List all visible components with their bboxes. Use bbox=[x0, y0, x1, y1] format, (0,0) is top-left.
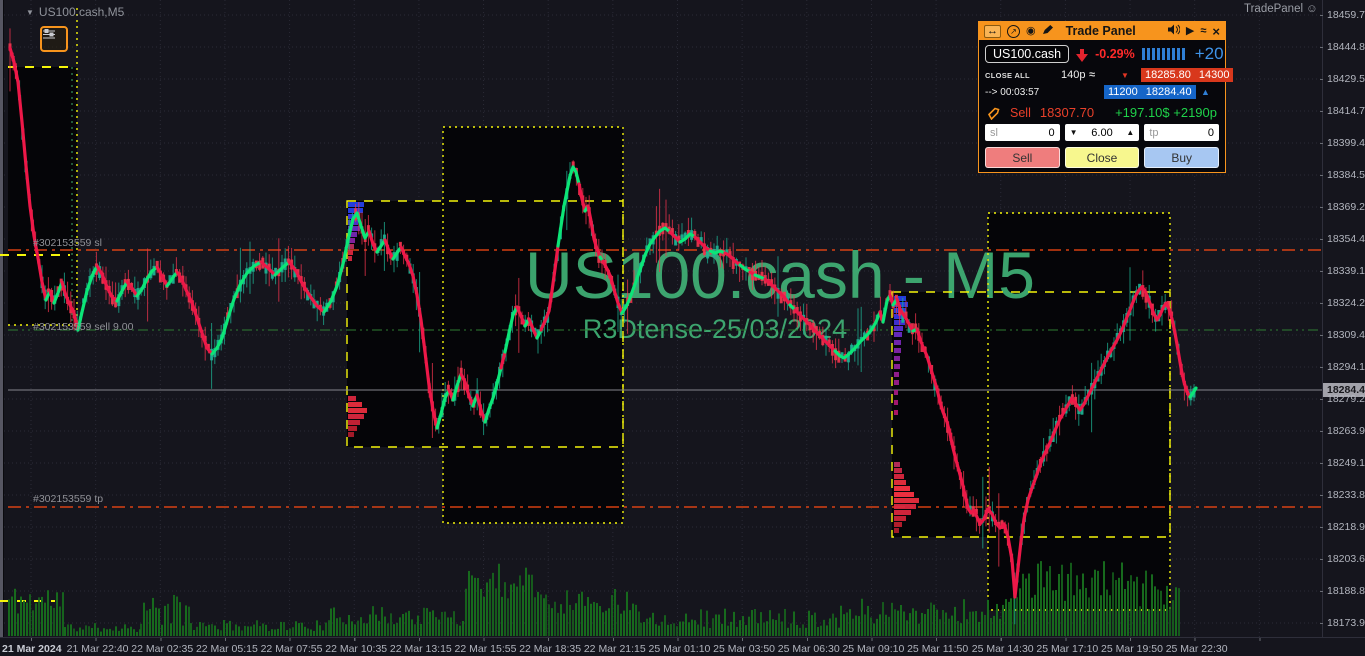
time-tick: 25 Mar 01:10 bbox=[648, 643, 711, 655]
close-button[interactable]: Close bbox=[1064, 147, 1140, 168]
position-side: Sell bbox=[1010, 105, 1031, 120]
price-tick: 18263.95 bbox=[1320, 425, 1365, 437]
sl-value: 0 bbox=[1048, 126, 1055, 139]
smiley-icon: ☺ bbox=[1306, 3, 1318, 15]
price-tick: 18233.80 bbox=[1320, 489, 1365, 501]
position-profit: +197.10$ +2190p bbox=[1115, 105, 1217, 120]
close-all-button[interactable]: CLOSE ALL bbox=[985, 71, 1030, 80]
price-tick: 18444.85 bbox=[1320, 41, 1365, 53]
globe-icon[interactable]: ↗ bbox=[1007, 24, 1020, 38]
tp-line-label: #302153559 tp bbox=[33, 493, 104, 505]
play-icon[interactable]: ▶ bbox=[1186, 25, 1194, 37]
bid-price-row: 11200 18284.40 bbox=[1104, 85, 1196, 99]
ask-arrow-icon: ▼ bbox=[1121, 70, 1129, 80]
time-tick: 21 Mar 22:40 bbox=[66, 643, 129, 655]
tp-placeholder: tp bbox=[1149, 126, 1159, 139]
sliders-icon bbox=[43, 29, 55, 39]
time-tick: 22 Mar 05:15 bbox=[195, 643, 258, 655]
panel-symbol-field[interactable]: US100.cash bbox=[985, 45, 1070, 63]
price-tick: 18218.95 bbox=[1320, 521, 1365, 533]
dock-toggle-icon[interactable]: ↔ bbox=[984, 24, 1001, 38]
time-tick: 25 Mar 14:30 bbox=[971, 643, 1034, 655]
pencil-icon[interactable] bbox=[1042, 24, 1054, 38]
bid-volume: 11200 bbox=[1108, 86, 1138, 98]
time-tick: 25 Mar 09:10 bbox=[842, 643, 905, 655]
symbol-period-text: US100.cash,M5 bbox=[38, 5, 125, 19]
time-tick: 22 Mar 10:35 bbox=[325, 643, 388, 655]
trade-panel: ↔ ↗ ◉ Trade Panel ▶ ≈ × US100.cash -0.29… bbox=[978, 21, 1234, 173]
time-tick: 25 Mar 22:30 bbox=[1165, 643, 1228, 655]
price-tick: 18354.40 bbox=[1320, 233, 1365, 245]
time-tick: 25 Mar 11:50 bbox=[907, 643, 969, 655]
price-tick: 18414.70 bbox=[1320, 105, 1365, 117]
strength-meter bbox=[1141, 48, 1185, 60]
bid-arrow-icon: ▲ bbox=[1201, 87, 1210, 97]
quick-panel-button[interactable] bbox=[40, 26, 68, 52]
price-axis[interactable]: 18284.40 18459.7018444.8518429.5518414.7… bbox=[1320, 0, 1365, 637]
sl-placeholder: sl bbox=[990, 126, 998, 139]
ask-price: 18285.80 bbox=[1145, 69, 1191, 81]
time-tick: 25 Mar 06:30 bbox=[777, 643, 840, 655]
eye-icon[interactable]: ◉ bbox=[1026, 25, 1036, 37]
chevron-down-icon: ▼ bbox=[26, 7, 34, 17]
buy-button[interactable]: Buy bbox=[1144, 147, 1220, 168]
time-tick: 22 Mar 02:35 bbox=[131, 643, 194, 655]
mt5-terminal: { "window": { "symbol_label": "US100.cas… bbox=[0, 0, 1365, 656]
trade-panel-title: Trade Panel bbox=[1065, 24, 1136, 38]
price-tick: 18279.25 bbox=[1320, 393, 1365, 405]
strength-value: +20 bbox=[1194, 44, 1224, 63]
speaker-icon[interactable] bbox=[1167, 24, 1181, 38]
lot-value: 6.00 bbox=[1091, 126, 1113, 139]
bid-price: 18284.40 bbox=[1145, 86, 1192, 98]
waves-icon[interactable]: ≈ bbox=[1200, 25, 1206, 37]
down-arrow-icon bbox=[1076, 49, 1089, 62]
indicator-name: TradePanel bbox=[1244, 3, 1304, 15]
sl-input[interactable]: sl 0 bbox=[985, 124, 1060, 141]
time-tick: 22 Mar 13:15 bbox=[389, 643, 452, 655]
entry-line-label: #302153559 sell 9.00 bbox=[33, 321, 134, 333]
time-tick: 25 Mar 03:50 bbox=[713, 643, 776, 655]
trade-panel-titlebar[interactable]: ↔ ↗ ◉ Trade Panel ▶ ≈ × bbox=[979, 22, 1225, 40]
time-tick: 22 Mar 18:35 bbox=[519, 643, 582, 655]
price-tick: 18309.40 bbox=[1320, 329, 1365, 341]
indicator-corner-label: TradePanel ☺ bbox=[1244, 3, 1318, 15]
lot-decrease-button[interactable]: ▼ bbox=[1070, 128, 1078, 137]
time-tick: 21 Mar 2024 bbox=[2, 643, 62, 655]
close-icon[interactable]: × bbox=[1212, 25, 1220, 38]
price-tick: 18399.40 bbox=[1320, 137, 1365, 149]
price-tick: 18459.70 bbox=[1320, 9, 1365, 21]
ask-volume: 14300 bbox=[1198, 69, 1230, 81]
time-tick: 22 Mar 07:55 bbox=[260, 643, 323, 655]
lot-increase-button[interactable]: ▲ bbox=[1126, 128, 1134, 137]
timer-label: --> 00:03:57 bbox=[985, 86, 1040, 98]
time-tick: 22 Mar 21:15 bbox=[583, 643, 646, 655]
price-tick: 18384.55 bbox=[1320, 169, 1365, 181]
price-tick: 18339.10 bbox=[1320, 265, 1365, 277]
price-tick: 18188.80 bbox=[1320, 585, 1365, 597]
chart-symbol-label[interactable]: ▼ US100.cash,M5 bbox=[26, 5, 124, 19]
time-tick: 25 Mar 17:10 bbox=[1036, 643, 1099, 655]
tp-value: 0 bbox=[1207, 126, 1215, 139]
price-tick: 18324.25 bbox=[1320, 297, 1365, 309]
time-tick: 25 Mar 19:50 bbox=[1101, 643, 1163, 655]
price-tick: 18294.10 bbox=[1320, 361, 1365, 373]
position-open-price: 18307.70 bbox=[1039, 105, 1095, 120]
price-tick: 18369.25 bbox=[1320, 201, 1365, 213]
price-tick: 18203.65 bbox=[1320, 553, 1365, 565]
lot-stepper[interactable]: ▼ 6.00 ▲ bbox=[1064, 124, 1140, 141]
sl-line-label: #302153559 sl bbox=[33, 237, 102, 249]
ask-price-row: 18285.80 14300 bbox=[1141, 68, 1234, 82]
price-tick: 18429.55 bbox=[1320, 73, 1365, 85]
change-percent: -0.29% bbox=[1095, 47, 1135, 61]
price-tick: 18173.95 bbox=[1320, 617, 1365, 629]
time-tick: 22 Mar 15:55 bbox=[454, 643, 517, 655]
position-icon bbox=[988, 107, 1000, 120]
sell-button[interactable]: Sell bbox=[985, 147, 1060, 168]
spread-label: 140p bbox=[1061, 69, 1086, 81]
spread-waves-icon: ≈ bbox=[1089, 69, 1096, 81]
time-axis[interactable]: 21 Mar 2024 21 Mar 22:40 22 Mar 02:35 22 Ma… bbox=[0, 637, 1365, 656]
time-axis-ticks bbox=[31, 638, 1321, 641]
price-tick: 18249.10 bbox=[1320, 457, 1365, 469]
tp-input[interactable]: tp 0 bbox=[1144, 124, 1220, 141]
